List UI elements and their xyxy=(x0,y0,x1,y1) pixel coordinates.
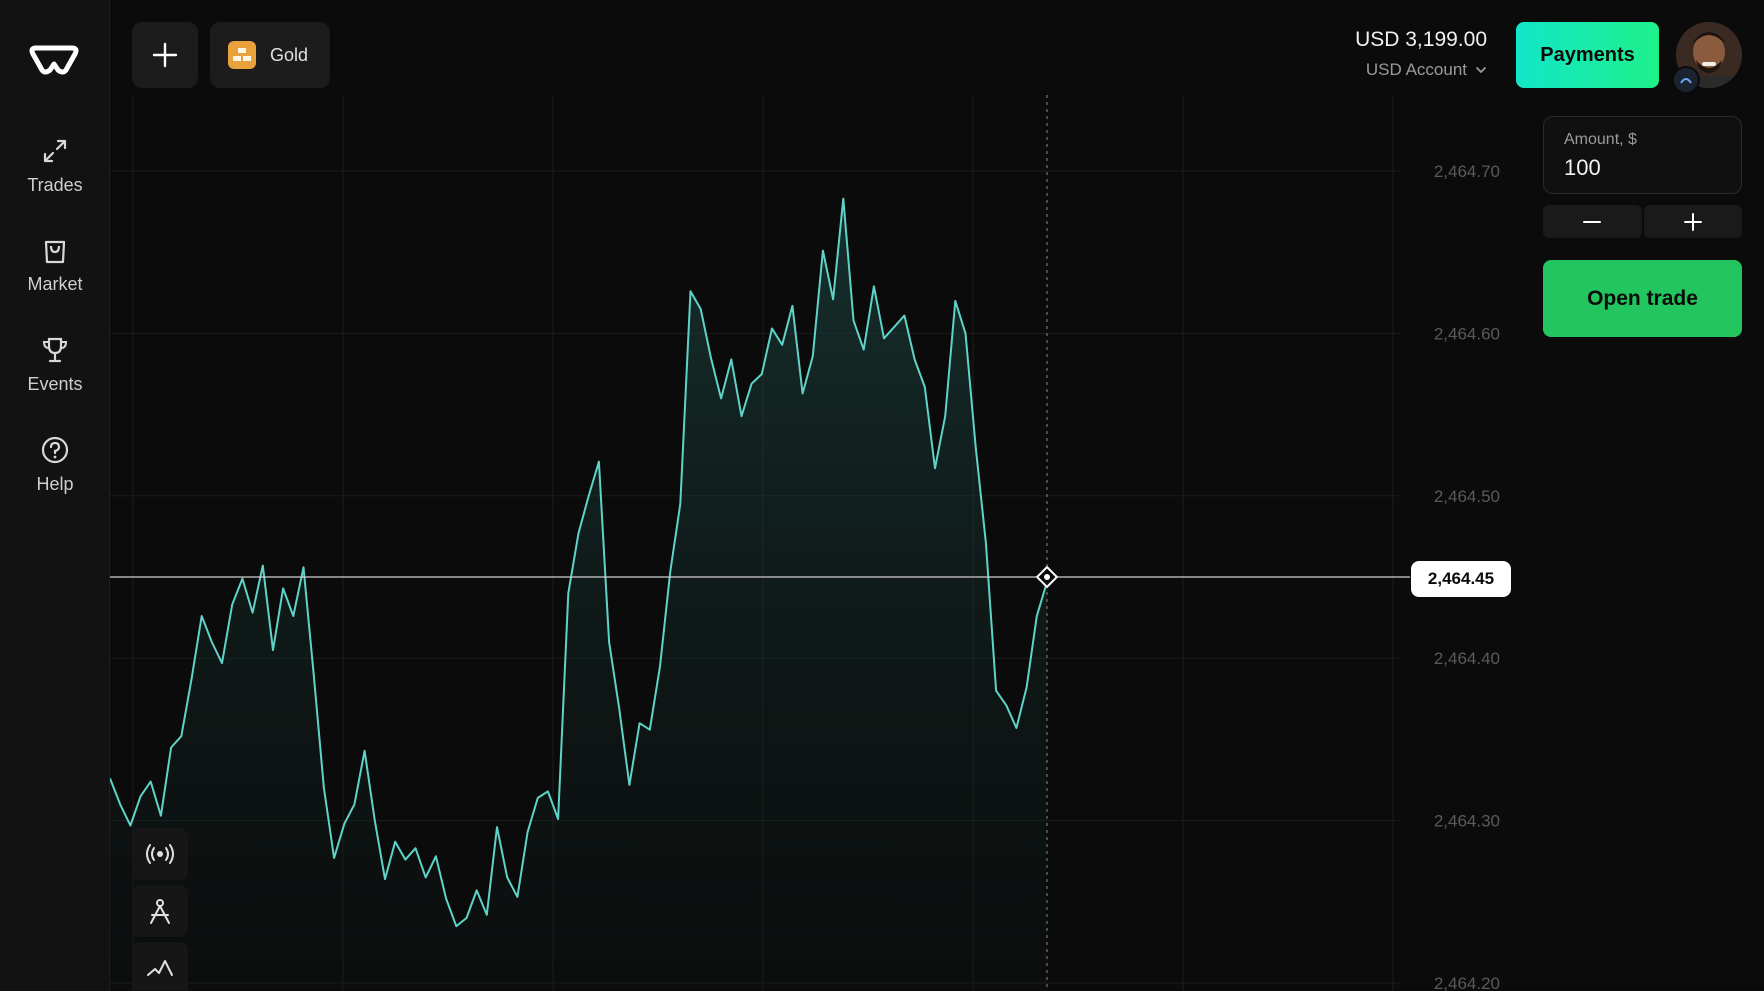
minus-icon xyxy=(1583,220,1602,223)
chevron-down-icon xyxy=(1476,67,1486,74)
y-tick-label: 2,464.50 xyxy=(1434,487,1500,506)
compass-icon xyxy=(150,899,170,924)
balance-amount: USD 3,199.00 xyxy=(1355,28,1487,51)
account-label: USD Account xyxy=(1365,60,1467,79)
price-area-fill xyxy=(110,198,1047,991)
increase-amount-button[interactable] xyxy=(1643,205,1742,238)
sidebar-item-label: Help xyxy=(36,474,74,494)
account-badge-icon xyxy=(1672,66,1700,94)
y-tick-label: 2,464.60 xyxy=(1434,324,1500,343)
y-tick-label: 2,464.20 xyxy=(1434,974,1500,991)
help-icon xyxy=(41,436,69,464)
current-price-dot xyxy=(1044,574,1050,580)
decrease-amount-button[interactable] xyxy=(1543,205,1642,238)
trades-icon xyxy=(43,139,67,163)
add-asset-button[interactable] xyxy=(132,22,198,88)
live-signal-button[interactable] xyxy=(132,828,188,880)
broadcast-icon xyxy=(146,844,174,864)
sidebar-item-market[interactable]: Market xyxy=(0,234,110,324)
open-trade-label: Open trade xyxy=(1587,286,1698,310)
sidebar-item-label: Events xyxy=(27,374,83,394)
logo[interactable] xyxy=(28,42,80,76)
sidebar-item-help[interactable]: Help xyxy=(0,434,110,524)
amount-stepper xyxy=(1543,205,1742,238)
account-selector[interactable]: USD Account xyxy=(1355,60,1487,80)
amount-field[interactable]: Amount, $ xyxy=(1543,116,1742,194)
asset-selector-gold[interactable]: Gold xyxy=(210,22,330,88)
plus-icon xyxy=(152,42,178,68)
asset-label: Gold xyxy=(270,44,309,65)
payments-label: Payments xyxy=(1540,43,1635,66)
sidebar-item-label: Market xyxy=(27,274,83,294)
current-price-label: 2,464.45 xyxy=(1411,561,1511,597)
indicator-line-icon xyxy=(147,960,173,976)
amount-label: Amount, $ xyxy=(1564,131,1637,148)
gold-bars-icon xyxy=(228,41,256,69)
y-tick-label: 2,464.70 xyxy=(1434,162,1500,181)
indicators-button[interactable] xyxy=(132,942,188,991)
payments-button[interactable]: Payments xyxy=(1516,22,1659,88)
trophy-icon xyxy=(42,337,68,363)
open-trade-button[interactable]: Open trade xyxy=(1543,260,1742,337)
sidebar-item-trades[interactable]: Trades xyxy=(0,135,110,225)
sidebar-item-label: Trades xyxy=(27,175,83,195)
price-chart[interactable]: 2,464.70 2,464.60 2,464.50 2,464.40 2,464.30… xyxy=(110,95,1510,991)
drawing-tools-button[interactable] xyxy=(132,885,188,937)
sidebar: Trades Market Events Help xyxy=(0,0,110,991)
bag-icon xyxy=(44,240,66,264)
trading-app: Trades Market Events Help Gold USD 3,199… xyxy=(0,0,1764,991)
y-tick-label: 2,464.40 xyxy=(1434,649,1500,668)
sidebar-item-events[interactable]: Events xyxy=(0,334,110,424)
balance-block: USD 3,199.00 USD Account xyxy=(1355,28,1487,80)
y-tick-label: 2,464.30 xyxy=(1434,812,1500,831)
amount-input[interactable] xyxy=(1564,155,1721,181)
plus-icon xyxy=(1683,212,1702,231)
